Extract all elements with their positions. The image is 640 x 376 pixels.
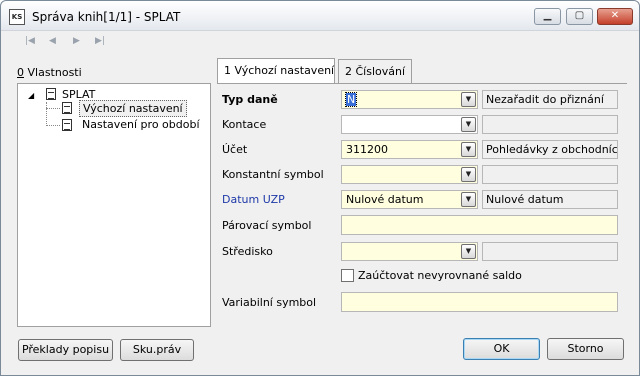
chevron-down-icon: ▼ (465, 247, 472, 255)
ucet-dropdown-button[interactable]: ▼ (461, 142, 476, 157)
kontace-field[interactable] (341, 115, 478, 134)
datum-uzp-dropdown-button[interactable]: ▼ (461, 192, 476, 207)
konstantni-symbol-field[interactable] (341, 165, 478, 184)
stredisko-label: Středisko (222, 245, 273, 258)
ucet-field[interactable]: 311200 (341, 140, 478, 159)
variabilni-symbol-label: Variabilní symbol (222, 296, 317, 309)
tree-connector (46, 125, 60, 126)
minimize-icon: ▁ (543, 10, 552, 21)
properties-tree[interactable]: ◢ SPLAT Výchozí nastavení Nastavení pro … (17, 83, 211, 327)
document-icon (62, 102, 72, 114)
close-icon: ✕ (610, 10, 620, 21)
parovaci-symbol-field[interactable] (341, 215, 618, 235)
next-record-icon[interactable]: ▶ (73, 34, 80, 48)
chevron-down-icon: ▼ (465, 145, 472, 153)
record-navigator: |◀ ◀ ▶ ▶| (5, 32, 635, 50)
tab-cislovani[interactable]: 2 Číslování (338, 59, 412, 83)
properties-label: 0 Vlastnosti (17, 66, 82, 79)
datum-uzp-description: Nulové datum (482, 190, 618, 209)
first-record-icon[interactable]: |◀ (25, 34, 35, 48)
konstantni-symbol-dropdown-button[interactable]: ▼ (461, 167, 476, 182)
previous-record-icon[interactable]: ◀ (49, 34, 56, 48)
tree-node-splat[interactable]: ◢ SPLAT (28, 88, 95, 101)
chevron-down-icon: ▼ (465, 170, 472, 178)
chevron-down-icon: ▼ (465, 195, 472, 203)
storno-button[interactable]: Storno (547, 338, 624, 360)
typ-dane-field[interactable]: N (341, 90, 478, 109)
last-record-icon[interactable]: ▶| (95, 34, 105, 48)
zauctovat-saldo-label[interactable]: Zaúčtovat nevyrovnané saldo (358, 269, 522, 282)
datum-uzp-field[interactable]: Nulové datum (341, 190, 478, 209)
ucet-description: Pohledávky z obchodních v: (482, 140, 618, 159)
maximize-button[interactable]: ▢ (566, 8, 593, 25)
chevron-down-icon: ▼ (465, 120, 472, 128)
tab-vychozi-nastaveni[interactable]: 1 Výchozí nastavení (217, 58, 335, 84)
minimize-button[interactable]: ▁ (534, 8, 561, 25)
kontace-dropdown-button[interactable]: ▼ (461, 117, 476, 132)
app-icon: KS (9, 9, 25, 25)
konstantni-symbol-label: Konstantní symbol (222, 168, 324, 181)
collapse-icon: ◢ (28, 91, 35, 100)
zauctovat-saldo-checkbox[interactable] (341, 269, 354, 282)
tree-connector (46, 108, 60, 109)
typ-dane-label: Typ daně (222, 93, 278, 106)
stredisko-dropdown-button[interactable]: ▼ (461, 244, 476, 259)
document-icon (62, 119, 72, 131)
sku-prav-button[interactable]: Sku.práv (120, 339, 194, 361)
title-bar: KS Správa knih[1/1] - SPLAT ▁ ▢ ✕ (1, 1, 639, 31)
preklady-popisu-button[interactable]: Překlady popisu (18, 339, 113, 361)
typ-dane-dropdown-button[interactable]: ▼ (461, 92, 476, 107)
close-button[interactable]: ✕ (597, 8, 633, 25)
chevron-down-icon: ▼ (465, 95, 472, 103)
dialog-window: KS Správa knih[1/1] - SPLAT ▁ ▢ ✕ |◀ ◀ ▶… (0, 0, 640, 376)
ucet-label: Účet (222, 143, 248, 156)
window-title: Správa knih[1/1] - SPLAT (32, 10, 181, 24)
datum-uzp-label[interactable]: Datum UZP (222, 193, 285, 206)
tree-connector (46, 102, 47, 126)
typ-dane-description: Nezařadit do přiznání (482, 90, 618, 109)
konstantni-symbol-description (482, 165, 618, 184)
document-icon (46, 88, 56, 100)
variabilni-symbol-field[interactable] (341, 292, 618, 312)
stredisko-field[interactable] (341, 242, 478, 261)
kontace-label: Kontace (222, 118, 267, 131)
stredisko-description (482, 242, 618, 261)
ok-button[interactable]: OK (463, 338, 540, 360)
maximize-icon: ▢ (574, 10, 585, 21)
kontace-description (482, 115, 618, 134)
parovaci-symbol-label: Párovací symbol (222, 219, 312, 232)
